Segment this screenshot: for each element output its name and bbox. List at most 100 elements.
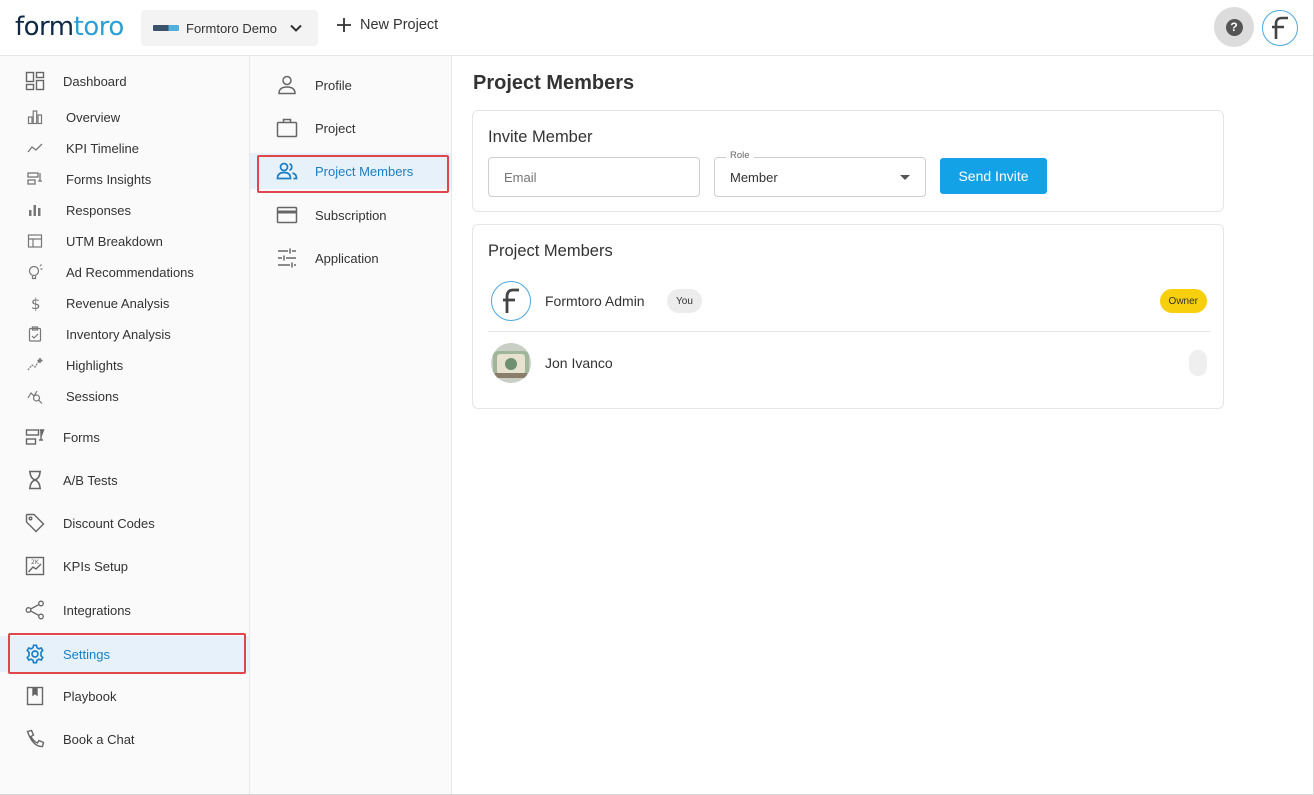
owner-badge: Owner (1159, 289, 1207, 313)
settings-item-label: Application (315, 250, 379, 266)
dashboard-icon (25, 71, 45, 91)
user-avatar[interactable] (1262, 10, 1298, 46)
formtoro-f-icon (503, 288, 519, 313)
project-name: Formtoro Demo (186, 20, 278, 36)
page-title: Project Members (473, 72, 635, 94)
member-name: Formtoro Admin (545, 293, 645, 309)
nav-label: Overview (66, 109, 121, 125)
forms-insights-icon (27, 171, 43, 187)
nav-ab-tests[interactable]: A/B Tests (0, 465, 249, 495)
project-selector[interactable]: Formtoro Demo (141, 10, 318, 46)
line-trend-icon (27, 140, 43, 156)
nav-label: Dashboard (63, 73, 127, 89)
send-invite-button[interactable]: Send Invite (940, 158, 1047, 194)
sparkline-icon (27, 357, 43, 373)
nav-label: Forms Insights (66, 171, 152, 187)
nav-kpis-setup[interactable]: 2K KPIs Setup (0, 551, 249, 581)
nav-label: Sessions (66, 388, 119, 404)
nav-utm-breakdown[interactable]: UTM Breakdown (0, 227, 249, 255)
nav-label: Integrations (63, 602, 131, 618)
main-sidebar: Dashboard Overview KPI Timeline Forms In… (0, 56, 250, 794)
nav-inventory-analysis[interactable]: Inventory Analysis (0, 320, 249, 348)
settings-item-subscription[interactable]: Subscription (250, 197, 451, 233)
settings-item-application[interactable]: Application (250, 240, 451, 276)
role-select[interactable]: Role Member (714, 150, 926, 197)
nav-forms-insights[interactable]: Forms Insights (0, 165, 249, 193)
members-card-title: Project Members (488, 242, 613, 260)
person-icon (276, 74, 298, 96)
dropdown-arrow-icon (900, 175, 910, 180)
nav-label: Ad Recommendations (66, 264, 194, 280)
nav-label: KPI Timeline (66, 140, 139, 156)
you-badge: You (667, 289, 702, 313)
new-project-label: New Project (360, 17, 439, 33)
settings-item-project[interactable]: Project (250, 110, 451, 146)
nav-integrations[interactable]: Integrations (0, 595, 249, 625)
nav-overview[interactable]: Overview (0, 103, 249, 131)
tag-icon (25, 513, 45, 533)
hourglass-icon (25, 470, 45, 490)
bar-chart-icon (27, 109, 43, 125)
briefcase-icon (276, 117, 298, 139)
nav-kpi-timeline[interactable]: KPI Timeline (0, 134, 249, 162)
project-members-card: Project Members Formtoro Admin You Owner… (472, 224, 1224, 409)
logo-text-main: form (15, 12, 74, 42)
credit-card-icon (276, 204, 298, 226)
member-row: Formtoro Admin You Owner (488, 270, 1210, 332)
kpi-chart-icon: 2K (25, 556, 45, 576)
settings-item-label: Profile (315, 77, 352, 93)
avatar (491, 281, 531, 321)
nav-label: A/B Tests (63, 472, 118, 488)
table-icon (27, 233, 43, 249)
settings-highlight-box (8, 633, 246, 674)
avatar-photo (491, 343, 531, 383)
main-content: Project Members Invite Member Role Membe… (452, 56, 1313, 794)
nav-label: Inventory Analysis (66, 326, 171, 342)
role-value: Member (730, 170, 778, 185)
nav-responses[interactable]: Responses (0, 196, 249, 224)
help-button[interactable]: ? (1214, 7, 1254, 47)
svg-text:2K: 2K (31, 559, 40, 566)
settings-menu: Profile Project Project Members Subscrip… (250, 56, 452, 794)
phone-icon (25, 729, 45, 749)
nav-highlights[interactable]: Highlights (0, 351, 249, 379)
new-project-button[interactable]: New Project (336, 17, 438, 33)
nav-forms[interactable]: Forms (0, 422, 249, 452)
nav-label: UTM Breakdown (66, 233, 163, 249)
invite-card-title: Invite Member (488, 128, 593, 146)
question-icon: ? (1225, 18, 1243, 36)
nav-label: Discount Codes (63, 515, 155, 531)
clipboard-icon (27, 326, 43, 342)
nav-label: Playbook (63, 688, 117, 704)
nav-label: Forms (63, 429, 100, 445)
member-name: Jon Ivanco (545, 355, 613, 371)
role-field-label: Role (726, 150, 754, 161)
lightbulb-icon (27, 264, 43, 280)
nav-label: Highlights (66, 357, 124, 373)
book-icon (25, 686, 45, 706)
nav-label: Revenue Analysis (66, 295, 170, 311)
project-logo-icon (153, 25, 179, 31)
settings-item-label: Subscription (315, 207, 387, 223)
nav-sessions[interactable]: Sessions (0, 382, 249, 410)
bars-icon (27, 202, 43, 218)
sliders-icon (276, 247, 298, 269)
nav-ad-recommendations[interactable]: Ad Recommendations (0, 258, 249, 286)
dollar-icon: $ (27, 295, 43, 311)
search-chart-icon (27, 388, 43, 404)
nav-playbook[interactable]: Playbook (0, 681, 249, 711)
nav-discount-codes[interactable]: Discount Codes (0, 508, 249, 538)
share-icon (25, 600, 45, 620)
nav-label: Responses (66, 202, 132, 218)
settings-item-profile[interactable]: Profile (250, 67, 451, 103)
nav-dashboard[interactable]: Dashboard (0, 66, 249, 96)
email-input[interactable] (488, 157, 700, 197)
nav-revenue-analysis[interactable]: $ Revenue Analysis (0, 289, 249, 317)
settings-item-label: Project (315, 120, 356, 136)
app-window: formtoro Formtoro Demo New Project ? Das… (0, 0, 1314, 795)
svg-text:$: $ (31, 295, 41, 311)
logo-text-tail: toro (73, 12, 125, 42)
formtoro-logo[interactable]: formtoro (15, 12, 124, 42)
plus-icon (337, 18, 351, 32)
nav-book-a-chat[interactable]: Book a Chat (0, 724, 249, 754)
